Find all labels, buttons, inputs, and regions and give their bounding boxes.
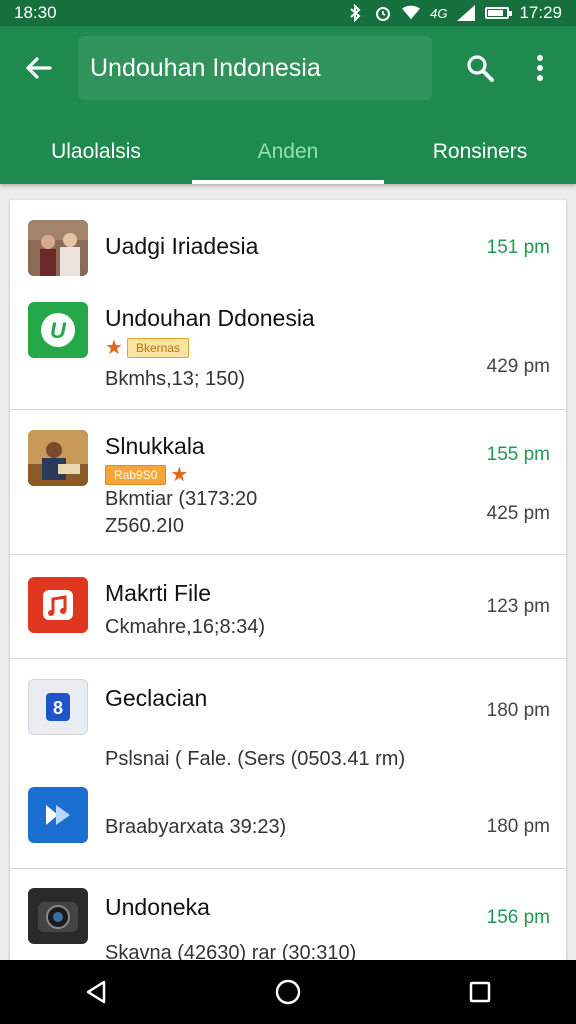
wifi-icon bbox=[402, 4, 421, 22]
calendar-app-icon: 8 bbox=[28, 679, 88, 735]
circle-home-icon bbox=[275, 979, 301, 1005]
row-2-time: 429 pm bbox=[486, 356, 550, 377]
app-bar: Undouhan Indonesia Ulaolalsis Anden Rons… bbox=[0, 26, 576, 184]
navigation-bar bbox=[0, 960, 576, 1024]
row-3-time: 155 pm bbox=[486, 444, 550, 465]
nav-back-button[interactable] bbox=[66, 967, 126, 1017]
nav-recents-button[interactable] bbox=[450, 967, 510, 1017]
more-vert-icon bbox=[537, 55, 543, 81]
svg-text:8: 8 bbox=[53, 698, 63, 718]
row-3-time-2: 425 pm bbox=[486, 503, 550, 524]
search-input[interactable]: Undouhan Indonesia bbox=[78, 36, 432, 100]
row-6-time: 156 pm bbox=[486, 907, 550, 928]
share-app-icon bbox=[28, 787, 88, 843]
status-time-right: 17:29 bbox=[519, 3, 562, 22]
row-2-subtitle: Bkmhs,13; 150) bbox=[105, 368, 246, 390]
row-1-title: Uadgi Iriadesia bbox=[105, 233, 259, 259]
search-icon bbox=[467, 55, 494, 82]
list-item[interactable]: Makrti File Ckmahre,16;8:34) 123 pm bbox=[10, 555, 566, 659]
row-3-title: Slnukkala bbox=[105, 433, 205, 459]
star-icon: ★ bbox=[170, 464, 189, 486]
camera-app-icon bbox=[28, 888, 88, 944]
row-5-subtitle: Pslsnai ( Fale. (Sers (0503.41 rm) bbox=[105, 748, 406, 770]
list-item[interactable]: Slnukkala Rab9S0 ★ Bkmtiar (3173:20 Z560… bbox=[10, 410, 566, 555]
rating-badge: Rab9S0 ★ bbox=[105, 464, 188, 486]
row-3-subtitle-2: Z560.2I0 bbox=[105, 515, 184, 537]
row-6-subtitle: Skavna (42630) rar (30:310) bbox=[105, 942, 357, 960]
row-5-time-2: 180 pm bbox=[486, 816, 550, 837]
music-app-icon bbox=[28, 577, 88, 633]
back-button[interactable] bbox=[18, 48, 58, 88]
contact-photo-icon bbox=[28, 430, 88, 486]
app-u-icon: U bbox=[28, 302, 88, 358]
bluetooth-icon bbox=[346, 4, 364, 22]
row-4-time: 123 pm bbox=[486, 596, 550, 617]
row-5-subtitle-2: Braabyarxata 39:23) bbox=[105, 816, 287, 838]
row-4-subtitle: Ckmahre,16;8:34) bbox=[105, 616, 266, 638]
list-card: Uadgi Iriadesia 151 pm U Undouhan Ddones… bbox=[10, 200, 566, 960]
badge-label: Rab9S0 bbox=[105, 465, 167, 485]
svg-text:U: U bbox=[50, 318, 67, 343]
tab-bar: Ulaolalsis Anden Ronsiners bbox=[0, 120, 576, 184]
rating-badge: ★ Bkernas bbox=[105, 337, 189, 359]
tab-1-label: Ulaolalsis bbox=[51, 140, 141, 163]
list-item[interactable]: Uadgi Iriadesia 151 pm U Undouhan Ddones… bbox=[10, 200, 566, 410]
list-item[interactable]: Undoneka Skavna (42630) rar (30:310) 156… bbox=[10, 869, 566, 960]
search-query-text: Undouhan Indonesia bbox=[90, 53, 321, 82]
row-6-title: Undoneka bbox=[105, 894, 210, 920]
status-bar: 18:30 4G 17:29 bbox=[0, 0, 576, 26]
tab-2[interactable]: Anden bbox=[192, 120, 384, 184]
battery-icon bbox=[485, 7, 513, 19]
badge-label: Bkernas bbox=[126, 338, 189, 358]
tab-3[interactable]: Ronsiners bbox=[384, 120, 576, 184]
row-1-time: 151 pm bbox=[486, 237, 550, 258]
tab-1[interactable]: Ulaolalsis bbox=[0, 120, 192, 184]
tab-3-label: Ronsiners bbox=[432, 140, 528, 163]
square-recents-icon bbox=[469, 981, 491, 1003]
row-2-title: Undouhan Ddonesia bbox=[105, 305, 315, 331]
signal-icon bbox=[457, 4, 476, 22]
row-5-time: 180 pm bbox=[486, 700, 550, 721]
row-3-subtitle: Bkmtiar (3173:20 bbox=[105, 488, 258, 510]
alarm-icon bbox=[374, 4, 392, 22]
tab-2-label: Anden bbox=[257, 140, 319, 163]
status-time-left: 18:30 bbox=[14, 3, 57, 22]
network-label: 4G bbox=[430, 5, 448, 21]
arrow-left-icon bbox=[26, 57, 52, 79]
more-options-button[interactable] bbox=[520, 48, 560, 88]
list-item[interactable]: 8 Geclacian Pslsnai ( Fale. (Sers (0503.… bbox=[10, 659, 566, 869]
row-5-title: Geclacian bbox=[105, 685, 208, 711]
nav-home-button[interactable] bbox=[258, 967, 318, 1017]
triangle-back-icon bbox=[86, 980, 106, 1004]
contact-photo-icon bbox=[28, 220, 88, 276]
row-4-title: Makrti File bbox=[105, 580, 212, 606]
status-icons: 4G 17:29 bbox=[346, 3, 562, 23]
star-icon: ★ bbox=[105, 337, 123, 359]
search-button[interactable] bbox=[458, 48, 502, 88]
